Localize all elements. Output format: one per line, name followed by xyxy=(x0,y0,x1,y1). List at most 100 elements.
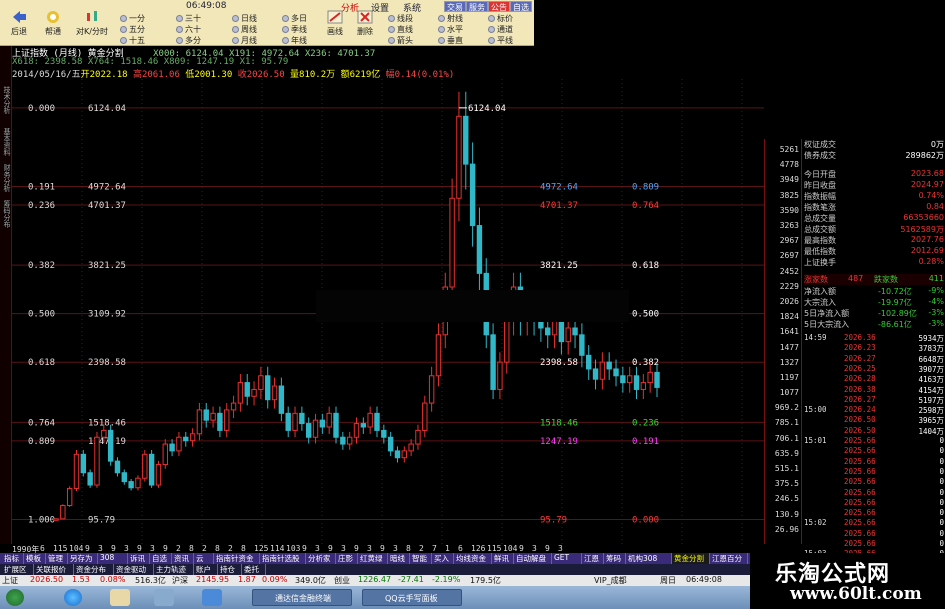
period-item-周线[interactable]: 周线 xyxy=(232,24,257,35)
market-tab[interactable]: 主力轨迹 xyxy=(154,564,194,575)
indicator-tab[interactable]: GET xyxy=(552,553,582,564)
kline-toggle-button[interactable]: 对K/分时 xyxy=(70,8,114,42)
indicator-tab[interactable]: 黄金分割 xyxy=(672,553,710,564)
indicator-tab[interactable]: 分析家 xyxy=(306,553,336,564)
period-item-多分[interactable]: 多分 xyxy=(176,35,201,46)
indicator-tab[interactable]: 买入 xyxy=(432,553,454,564)
indicator-tab[interactable]: 云 xyxy=(194,553,214,564)
side-tab-finance[interactable]: 财务分析 xyxy=(0,164,12,192)
period-item-一分[interactable]: 一分 xyxy=(120,13,145,24)
indicator-tab[interactable]: 诉讯 xyxy=(128,553,150,564)
candle-body xyxy=(586,354,592,370)
notepad-icon[interactable] xyxy=(110,589,130,606)
tick-price: 2026.28 xyxy=(844,374,876,384)
indicator-tab[interactable]: 红黄绿 xyxy=(358,553,388,564)
draw-line-button[interactable]: 画线 xyxy=(318,8,352,42)
axis-tick-label: 4778 xyxy=(779,160,799,170)
indicator-tab[interactable]: 鲜讯 xyxy=(492,553,514,564)
draw-item-箭头[interactable]: 箭头 xyxy=(388,35,413,46)
period-item-十五[interactable]: 十五 xyxy=(120,35,145,46)
fib-ratio-right: 0.809 xyxy=(632,182,659,192)
draw-item-水平[interactable]: 水平 xyxy=(438,24,463,35)
market-tab[interactable]: 账户 xyxy=(194,564,218,575)
candle-body xyxy=(224,409,230,431)
candle-body xyxy=(340,436,346,445)
market-tab[interactable]: 扩展区 xyxy=(2,564,34,575)
indicator-tab[interactable]: 模板 xyxy=(24,553,46,564)
draw-item-垂直[interactable]: 垂直 xyxy=(438,35,463,46)
indicator-tab[interactable]: 江恩百分 xyxy=(710,553,748,564)
status-chg-3: -27.41 xyxy=(398,575,424,584)
draw-item-标价[interactable]: 标价 xyxy=(488,13,513,24)
draw-item-通道[interactable]: 通道 xyxy=(488,24,513,35)
period-item-日线[interactable]: 日线 xyxy=(232,13,257,24)
indicator-tab[interactable]: 指标 xyxy=(2,553,24,564)
indicator-tab[interactable]: 暗线 xyxy=(388,553,410,564)
task-qq-handwrite[interactable]: QQ云手写面板 xyxy=(362,589,462,606)
status-index-2[interactable]: 沪深 xyxy=(172,575,188,586)
start-icon[interactable] xyxy=(6,589,24,606)
folder-icon[interactable] xyxy=(154,589,174,606)
delete-icon xyxy=(357,10,373,24)
indicator-tab[interactable]: 另存为 xyxy=(68,553,98,564)
indicator-tab[interactable]: 308 xyxy=(98,553,128,564)
indicator-tab[interactable]: 自选 xyxy=(150,553,172,564)
period-item-三十[interactable]: 三十 xyxy=(176,13,201,24)
stat-key: 上证换手 xyxy=(804,258,836,267)
market-tab[interactable]: 委托 xyxy=(242,564,266,575)
side-tab-basic[interactable]: 基本资料 xyxy=(0,128,12,156)
indicator-tab[interactable]: 筹码 xyxy=(604,553,626,564)
delete-button[interactable]: 删除 xyxy=(348,8,382,42)
period-item-五分[interactable]: 五分 xyxy=(120,24,145,35)
axis-tick-label: 1197 xyxy=(779,372,799,382)
side-tab-chips[interactable]: 筹码分布 xyxy=(0,200,12,228)
status-index-1[interactable]: 上证 xyxy=(2,575,18,586)
indicator-tab[interactable]: 指南针选股 xyxy=(260,553,306,564)
help-button[interactable]: 帮通 xyxy=(36,8,70,42)
indicator-tab[interactable]: 智能 xyxy=(410,553,432,564)
indicator-tab[interactable]: 机构308 xyxy=(626,553,672,564)
market-tab[interactable]: 关联报价 xyxy=(34,564,74,575)
app-icon[interactable] xyxy=(202,589,222,606)
period-item-多日[interactable]: 多日 xyxy=(282,13,307,24)
right-tab-service[interactable]: 服务 xyxy=(466,1,488,12)
market-tab[interactable]: 资金分布 xyxy=(74,564,114,575)
back-button[interactable]: 后退 xyxy=(2,8,36,42)
tick-row: 2026.27 6648万 xyxy=(804,354,944,364)
market-tab[interactable]: 资金驱动 xyxy=(114,564,154,575)
candle-body xyxy=(592,368,599,380)
period-item-季线[interactable]: 季线 xyxy=(282,24,307,35)
indicator-tab[interactable]: 庄影 xyxy=(336,553,358,564)
stat-value: 2024.97 xyxy=(910,180,944,189)
tick-row: 2026.38 4154万 xyxy=(804,385,944,395)
radio-icon xyxy=(120,15,127,22)
status-pct-1: 0.08% xyxy=(100,575,126,584)
market-tab[interactable]: 持仓 xyxy=(218,564,242,575)
fib-params-2: X618: 2398.58 X764: 1518.46 X809: 1247.1… xyxy=(12,57,289,67)
draw-item-射线[interactable]: 射线 xyxy=(438,13,463,24)
period-item-六十[interactable]: 六十 xyxy=(176,24,201,35)
indicator-tab[interactable]: 均线资金 xyxy=(454,553,492,564)
draw-item-线段[interactable]: 线段 xyxy=(388,13,413,24)
draw-item-直线[interactable]: 直线 xyxy=(388,24,413,35)
draw-item-平线[interactable]: 平线 xyxy=(488,35,513,46)
status-index-3[interactable]: 创业 xyxy=(334,575,350,586)
right-tab-trade[interactable]: 交易 xyxy=(444,1,466,12)
browser-icon[interactable] xyxy=(64,589,82,606)
x-tick-label: 9 xyxy=(354,544,359,553)
right-tab-notice[interactable]: 公告 xyxy=(488,1,510,12)
candle-body xyxy=(237,382,244,404)
indicator-tab[interactable]: 管理 xyxy=(46,553,68,564)
task-tdx[interactable]: 通达信金融终端 xyxy=(252,589,352,606)
tick-row: 2025.66 0 xyxy=(804,477,944,487)
indicator-tab[interactable]: 江恩 xyxy=(582,553,604,564)
period-item-年线[interactable]: 年线 xyxy=(282,35,307,46)
indicator-tab[interactable]: 资讯 xyxy=(172,553,194,564)
period-item-月线[interactable]: 月线 xyxy=(232,35,257,46)
indicator-tab[interactable]: 自动解盘 xyxy=(514,553,552,564)
right-tab-watchlist[interactable]: 自选 xyxy=(510,1,532,12)
radio-icon xyxy=(232,15,239,22)
side-tab-technical[interactable]: 技术分析 xyxy=(0,86,12,114)
indicator-tab[interactable]: 指南针资金 xyxy=(214,553,260,564)
menu-tab-system[interactable]: 系统 xyxy=(400,1,424,14)
